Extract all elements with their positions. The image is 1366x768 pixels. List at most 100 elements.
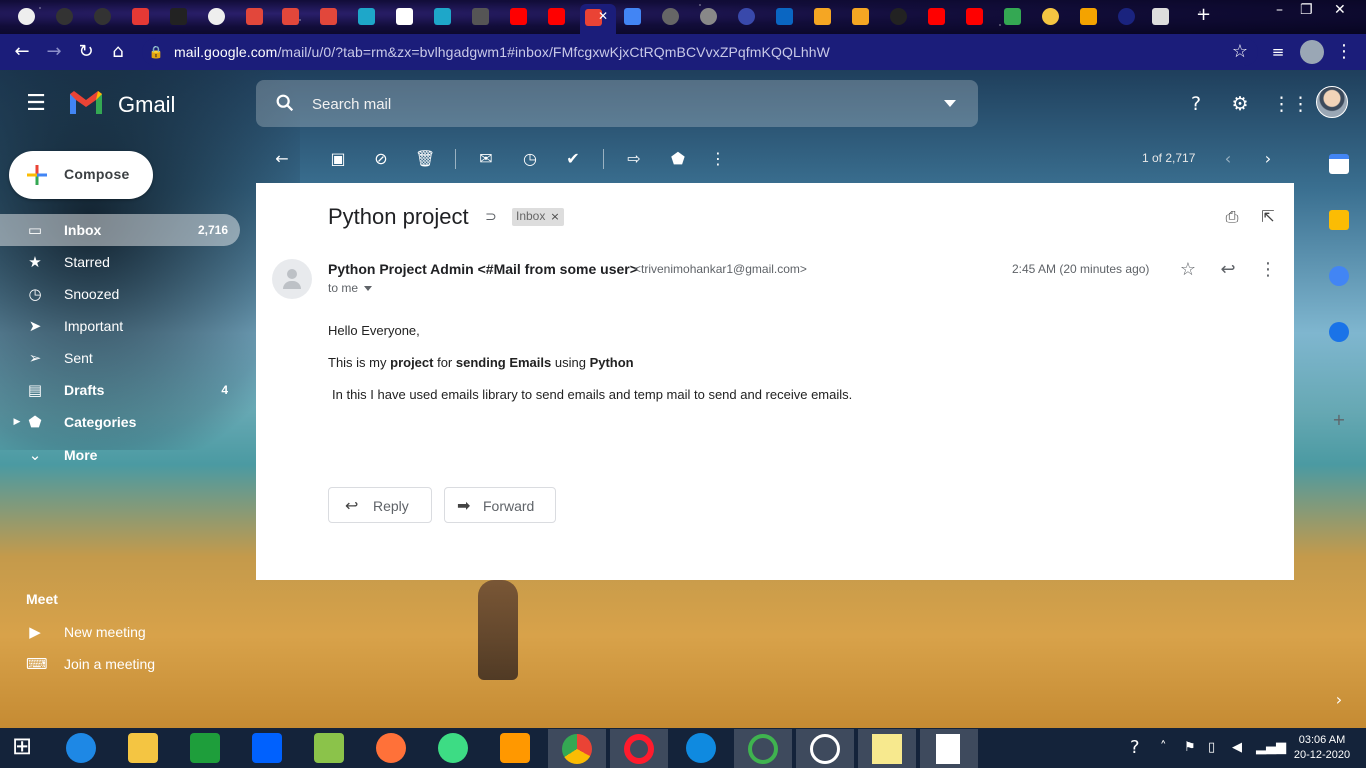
tab-favicon-icon[interactable] [890,8,907,25]
tab-favicon-icon[interactable] [814,8,831,25]
tab-favicon-icon[interactable] [548,8,565,25]
chrome-taskbar-button[interactable] [548,729,606,768]
reply-icon[interactable]: ↩ [1216,258,1240,282]
star-icon[interactable]: ☆ [1176,258,1200,282]
sidebar-item-categories[interactable]: ▶ ⬟ Categories [0,406,240,438]
close-tab-icon[interactable]: ✕ [598,9,608,23]
close-window-icon[interactable]: ✕ [1334,2,1346,18]
tab-favicon-icon[interactable] [1152,8,1169,25]
tab-favicon-icon[interactable] [472,8,489,25]
tab-favicon-icon[interactable] [1004,8,1021,25]
search-icon[interactable] [274,92,296,114]
paint-app-icon[interactable] [314,733,344,763]
tab-favicon-icon[interactable] [1042,8,1059,25]
new-meeting-link[interactable]: ▶ New meeting [0,616,240,648]
internet-explorer-icon[interactable] [66,733,96,763]
settings-gear-icon[interactable]: ⚙ [1228,92,1252,116]
home-icon[interactable]: ⌂ [106,40,130,64]
system-clock[interactable]: 03:06 AM 20-12-2020 [1290,733,1354,763]
restore-icon[interactable]: ❐ [1300,2,1313,18]
get-addons-icon[interactable]: + [1329,410,1349,430]
minimize-icon[interactable]: – [1276,2,1283,18]
tab-favicon-icon[interactable] [94,8,111,25]
tab-favicon-icon[interactable] [396,8,413,25]
keep-icon[interactable] [1329,210,1349,230]
back-to-inbox-icon[interactable]: ← [272,149,292,169]
help-icon[interactable]: ? [1184,92,1208,116]
sender-name[interactable]: Python Project Admin <#Mail from some us… [328,261,638,277]
sidebar-item-sent[interactable]: ➢ Sent [0,342,240,374]
sidebar-item-drafts[interactable]: ▤ Drafts 4 [0,374,240,406]
app-taskbar-button[interactable] [858,729,916,768]
tab-favicon-icon[interactable] [852,8,869,25]
gmail-logo-icon[interactable] [68,88,104,116]
tab-favicon-icon[interactable] [56,8,73,25]
search-options-icon[interactable] [944,100,956,107]
file-explorer-icon[interactable] [128,733,158,763]
app-taskbar-button[interactable] [734,729,792,768]
search-input[interactable] [312,94,912,114]
snooze-icon[interactable]: ◷ [520,149,540,169]
main-menu-icon[interactable]: ☰ [22,90,50,118]
address-url[interactable]: mail.google.com/mail/u/0/?tab=rm&zx=bvlh… [174,44,830,60]
network-icon[interactable]: ▂▄▆ [1256,740,1286,755]
more-actions-icon[interactable]: ⋮ [1256,258,1280,282]
archive-icon[interactable]: ▣ [328,149,348,169]
reload-icon[interactable]: ↻ [74,40,98,64]
side-panel-toggle-icon[interactable]: › [1329,690,1349,710]
firefox-icon[interactable] [376,733,406,763]
help-tray-icon[interactable]: ? [1130,737,1140,758]
tab-favicon-icon[interactable] [510,8,527,25]
new-tab-icon[interactable]: + [1196,4,1211,25]
action-flag-icon[interactable]: ⚑ [1184,740,1196,755]
tab-favicon-icon[interactable] [1118,8,1135,25]
more-options-icon[interactable]: ⋮ [708,149,728,169]
older-icon[interactable]: › [1258,149,1278,169]
show-details-icon[interactable] [364,286,373,292]
sidebar-item-snoozed[interactable]: ◷ Snoozed [0,278,240,310]
mark-unread-icon[interactable]: ✉ [476,149,496,169]
print-icon[interactable]: ⎙ [1222,207,1242,227]
profile-avatar-icon[interactable] [1300,40,1324,64]
tab-favicon-icon[interactable] [624,8,641,25]
tab-favicon-icon[interactable] [18,8,35,25]
recipient-details[interactable]: to me [328,281,373,295]
active-tab[interactable]: ✕ [580,4,616,34]
app-taskbar-button[interactable] [796,729,854,768]
join-meeting-link[interactable]: ⌨ Join a meeting [0,648,240,680]
tab-favicon-icon[interactable] [170,8,187,25]
tab-favicon-icon[interactable] [700,8,717,25]
move-to-icon[interactable]: ⇨ [624,149,644,169]
dropbox-icon[interactable] [252,733,282,763]
tab-favicon-icon[interactable] [434,8,451,25]
open-new-window-icon[interactable]: ⇱ [1258,207,1278,227]
opera-taskbar-button[interactable] [610,729,668,768]
compose-button[interactable]: Compose [9,151,153,199]
tab-favicon-icon[interactable] [282,8,299,25]
tab-favicon-icon[interactable] [662,8,679,25]
sidebar-item-important[interactable]: ➤ Important [0,310,240,342]
tab-favicon-icon[interactable] [246,8,263,25]
tab-favicon-icon[interactable] [132,8,149,25]
browser-menu-icon[interactable]: ⋮ [1332,40,1356,64]
sidebar-item-inbox[interactable]: ▭ Inbox 2,716 [0,214,240,246]
delete-icon[interactable]: 🗑 [415,149,435,169]
sublime-text-icon[interactable] [500,733,530,763]
newer-icon[interactable]: ‹ [1218,149,1238,169]
tab-favicon-icon[interactable] [966,8,983,25]
tab-favicon-icon[interactable] [738,8,755,25]
show-hidden-icons-icon[interactable]: ˄ [1160,740,1167,755]
search-bar[interactable] [256,80,978,127]
edge-icon[interactable] [686,733,716,763]
reply-button[interactable]: ↩ Reply [328,487,432,523]
tasks-icon[interactable] [1329,266,1349,286]
back-icon[interactable]: ← [10,40,34,64]
sidebar-item-starred[interactable]: ★ Starred [0,246,240,278]
importance-marker-icon[interactable]: ⊃ [485,209,497,225]
sidebar-item-more[interactable]: ⌄ More [0,439,240,471]
android-studio-icon[interactable] [438,733,468,763]
add-to-tasks-icon[interactable]: ✔ [563,149,583,169]
remove-label-icon[interactable]: × [550,210,559,223]
contacts-icon[interactable] [1329,322,1349,342]
labels-icon[interactable]: ⬟ [668,149,688,169]
